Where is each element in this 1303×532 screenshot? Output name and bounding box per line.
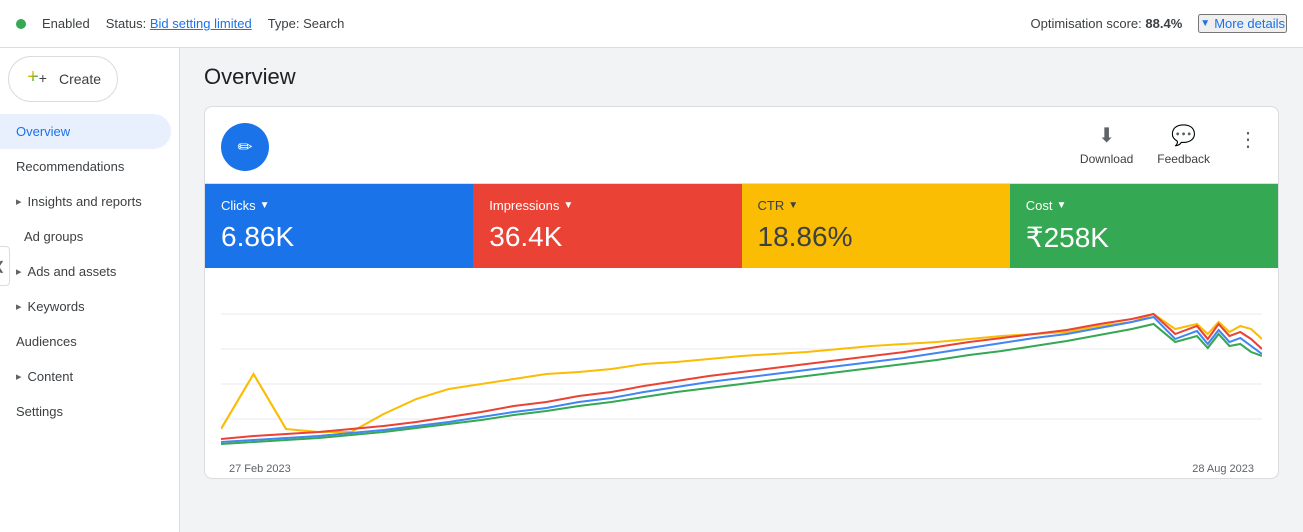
opt-score-value: 88.4%	[1145, 16, 1182, 31]
sidebar-item-ad-groups[interactable]: Ad groups	[0, 219, 171, 254]
sidebar-item-overview[interactable]: Overview	[0, 114, 171, 149]
impressions-label: Impressions ▼	[489, 198, 725, 213]
type-value: Search	[303, 16, 344, 31]
type-label: Type: Search	[268, 16, 345, 31]
metric-cost[interactable]: Cost ▼ ₹258K	[1010, 184, 1278, 268]
overview-card: ✏ ⬇ Download 💬 Feedback ⋮	[204, 106, 1279, 479]
card-actions: ⬇ Download 💬 Feedback	[1080, 123, 1210, 166]
ctr-dropdown-icon: ▼	[788, 200, 798, 211]
status-label: Status: Bid setting limited	[106, 16, 252, 31]
more-options-button[interactable]: ⋮	[1234, 123, 1262, 156]
chart-date-range: 27 Feb 2023 28 Aug 2023	[221, 463, 1262, 475]
clicks-label: Clicks ▼	[221, 198, 457, 213]
download-label: Download	[1080, 152, 1133, 166]
more-details-button[interactable]: ▼ More details	[1198, 14, 1287, 33]
create-label: Create	[59, 71, 101, 87]
sidebar-item-ads-assets[interactable]: Ads and assets	[0, 254, 171, 289]
enabled-label: Enabled	[42, 16, 90, 31]
cost-value: ₹258K	[1026, 221, 1262, 254]
metric-clicks[interactable]: Clicks ▼ 6.86K	[205, 184, 473, 268]
cost-label: Cost ▼	[1026, 198, 1262, 213]
status-link[interactable]: Bid setting limited	[150, 16, 252, 31]
download-button[interactable]: ⬇ Download	[1080, 123, 1133, 166]
sidebar-item-keywords[interactable]: Keywords	[0, 289, 171, 324]
sidebar-item-settings[interactable]: Settings	[0, 394, 171, 429]
main-layout: + Create Overview Recommendations Insigh…	[0, 48, 1303, 532]
feedback-icon: 💬	[1171, 123, 1196, 148]
chart-area: 27 Feb 2023 28 Aug 2023	[205, 268, 1278, 478]
clicks-value: 6.86K	[221, 221, 457, 253]
impressions-value: 36.4K	[489, 221, 725, 253]
enabled-dot	[16, 19, 26, 29]
sidebar-item-insights[interactable]: Insights and reports	[0, 184, 171, 219]
sidebar: + Create Overview Recommendations Insigh…	[0, 48, 180, 532]
sidebar-collapse-button[interactable]: ❮	[0, 246, 10, 286]
ctr-label: CTR ▼	[758, 198, 994, 213]
metrics-row: Clicks ▼ 6.86K Impressions ▼ 36.4K CTR ▼	[205, 183, 1278, 268]
card-header: ✏ ⬇ Download 💬 Feedback ⋮	[205, 107, 1278, 183]
sidebar-item-audiences[interactable]: Audiences	[0, 324, 171, 359]
sidebar-item-recommendations[interactable]: Recommendations	[0, 149, 171, 184]
chart-date-end: 28 Aug 2023	[1192, 463, 1254, 475]
top-bar: Enabled Status: Bid setting limited Type…	[0, 0, 1303, 48]
cost-dropdown-icon: ▼	[1056, 200, 1066, 211]
impressions-dropdown-icon: ▼	[563, 200, 573, 211]
download-icon: ⬇	[1098, 123, 1115, 148]
create-button[interactable]: + Create	[8, 56, 118, 102]
metric-impressions[interactable]: Impressions ▼ 36.4K	[473, 184, 741, 268]
create-plus-icon: +	[25, 67, 49, 91]
edit-icon: ✏	[237, 137, 252, 158]
chevron-down-icon: ▼	[1200, 18, 1210, 29]
clicks-dropdown-icon: ▼	[260, 200, 270, 211]
line-chart	[221, 284, 1262, 454]
metric-ctr[interactable]: CTR ▼ 18.86%	[742, 184, 1010, 268]
page-title: Overview	[204, 64, 1279, 90]
ctr-value: 18.86%	[758, 221, 994, 253]
edit-fab-button[interactable]: ✏	[221, 123, 269, 171]
main-content: Overview ✏ ⬇ Download 💬 Feedback	[180, 48, 1303, 532]
chart-date-start: 27 Feb 2023	[229, 463, 291, 475]
sidebar-item-content[interactable]: Content	[0, 359, 171, 394]
feedback-button[interactable]: 💬 Feedback	[1157, 123, 1210, 166]
opt-score: Optimisation score: 88.4%	[1031, 16, 1183, 31]
feedback-label: Feedback	[1157, 152, 1210, 166]
